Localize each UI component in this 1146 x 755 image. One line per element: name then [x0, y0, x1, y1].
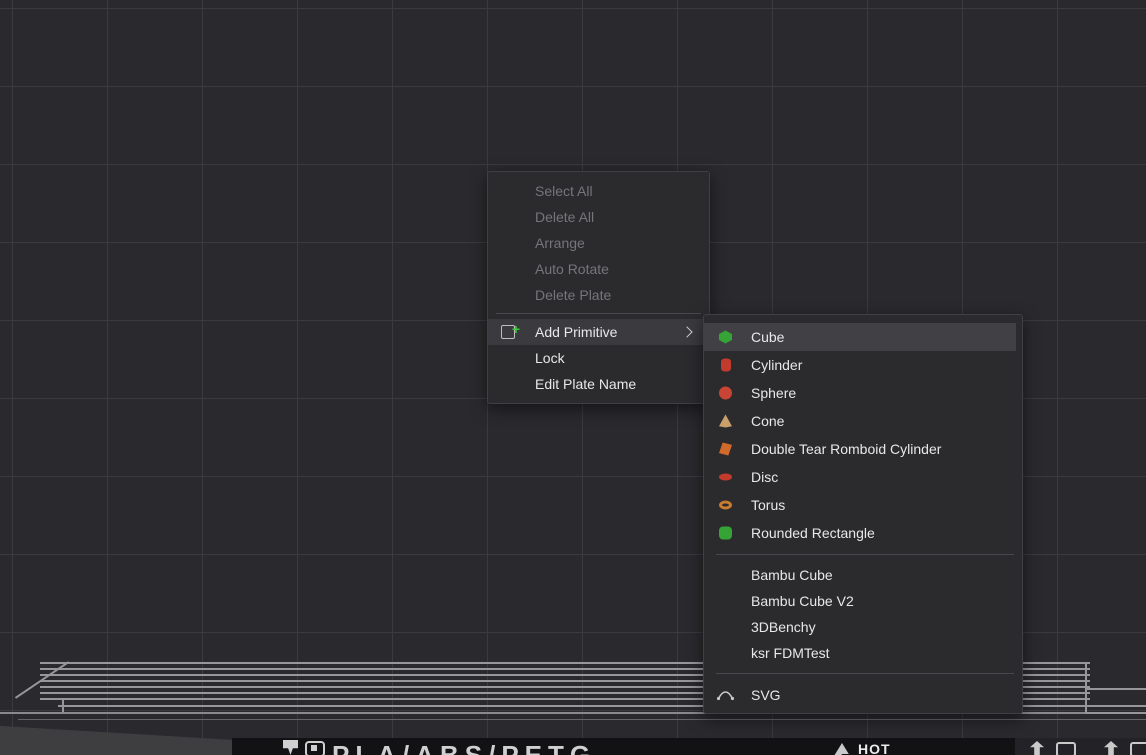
cube-icon [719, 331, 732, 344]
hot-label: HOT [858, 741, 891, 755]
menu-item-add-primitive[interactable]: Add Primitive [488, 319, 709, 345]
submenu-item-double-tear-romboid-cylinder[interactable]: Double Tear Romboid Cylinder [704, 435, 1022, 463]
romboid-cylinder-icon [719, 443, 732, 456]
submenu-item-disc[interactable]: Disc [704, 463, 1022, 491]
disc-icon [719, 474, 732, 481]
submenu-item-torus[interactable]: Torus [704, 491, 1022, 519]
chevron-right-icon [681, 326, 692, 337]
submenu-item-label: ksr FDMTest [751, 645, 830, 661]
menu-item-auto-rotate: Auto Rotate [488, 256, 709, 282]
rounded-rectangle-icon [719, 527, 732, 540]
sphere-icon [719, 387, 732, 400]
submenu-item-label: Disc [751, 469, 778, 485]
tray-icon [1056, 742, 1076, 755]
torus-icon [719, 501, 732, 510]
menu-item-arrange: Arrange [488, 230, 709, 256]
submenu-item-sphere[interactable]: Sphere [704, 379, 1022, 407]
submenu-item-label: Cone [751, 413, 784, 429]
submenu-item-cube[interactable]: Cube [704, 323, 1016, 351]
menu-separator [496, 313, 701, 314]
submenu-item-ksr-fdmtest[interactable]: ksr FDMTest [704, 640, 1022, 666]
menu-item-lock[interactable]: Lock [488, 345, 709, 371]
tray-icon [1130, 742, 1146, 755]
menu-item-label: Arrange [535, 235, 585, 251]
plate-material-label: PLA/ABS/PETG [332, 740, 596, 755]
menu-item-label: Delete Plate [535, 287, 611, 303]
cylinder-icon [721, 359, 731, 372]
context-menu: Select All Delete All Arrange Auto Rotat… [487, 171, 710, 404]
submenu-item-label: Cube [751, 329, 784, 345]
submenu-item-label: Rounded Rectangle [751, 525, 875, 541]
submenu-item-label: Bambu Cube [751, 567, 833, 583]
submenu-item-svg[interactable]: SVG [704, 681, 1022, 709]
submenu-item-label: 3DBenchy [751, 619, 816, 635]
submenu-item-label: Torus [751, 497, 785, 513]
plate-slot-icon [305, 741, 325, 755]
add-primitive-submenu: Cube Cylinder Sphere Cone Double Tear Ro… [703, 314, 1023, 714]
submenu-item-label: Double Tear Romboid Cylinder [751, 441, 941, 457]
menu-item-label: Lock [535, 350, 565, 366]
bed-corner-bracket [1085, 688, 1146, 714]
submenu-item-3dbenchy[interactable]: 3DBenchy [704, 614, 1022, 640]
submenu-item-label: Sphere [751, 385, 796, 401]
submenu-separator [716, 554, 1014, 555]
submenu-item-rounded-rectangle[interactable]: Rounded Rectangle [704, 519, 1022, 547]
submenu-item-bambu-cube[interactable]: Bambu Cube [704, 562, 1022, 588]
menu-item-edit-plate-name[interactable]: Edit Plate Name [488, 371, 709, 397]
submenu-item-label: SVG [751, 687, 781, 703]
submenu-item-cone[interactable]: Cone [704, 407, 1022, 435]
menu-item-label: Auto Rotate [535, 261, 609, 277]
submenu-separator [716, 673, 1014, 674]
cone-icon [719, 415, 732, 428]
menu-item-label: Add Primitive [535, 324, 617, 340]
hot-warning-icon [834, 743, 850, 755]
svg-curve-icon [717, 690, 734, 701]
bed-edge-line [18, 719, 1146, 720]
menu-item-label: Select All [535, 183, 593, 199]
menu-item-label: Edit Plate Name [535, 376, 636, 392]
menu-item-label: Delete All [535, 209, 594, 225]
submenu-item-bambu-cube-v2[interactable]: Bambu Cube V2 [704, 588, 1022, 614]
viewport-3d[interactable]: PLA/ABS/PETG HOT Select All Delete All A… [0, 0, 1146, 755]
submenu-item-cylinder[interactable]: Cylinder [704, 351, 1022, 379]
add-primitive-icon [501, 325, 515, 339]
submenu-item-label: Cylinder [751, 357, 802, 373]
menu-item-delete-plate: Delete Plate [488, 282, 709, 308]
bed-edge-segment [1085, 664, 1087, 690]
menu-item-select-all: Select All [488, 178, 709, 204]
submenu-item-label: Bambu Cube V2 [751, 593, 854, 609]
menu-item-delete-all: Delete All [488, 204, 709, 230]
